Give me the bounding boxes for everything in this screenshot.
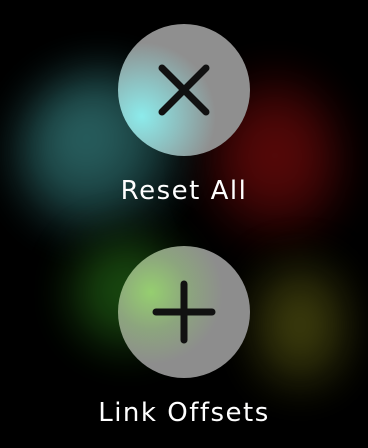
link-offsets-action[interactable]: Link Offsets bbox=[0, 246, 368, 428]
link-offsets-button[interactable] bbox=[118, 246, 250, 378]
reset-all-label: Reset All bbox=[120, 176, 248, 206]
link-offsets-label: Link Offsets bbox=[98, 398, 270, 428]
force-touch-menu: Reset All Link Offsets bbox=[0, 0, 368, 448]
close-icon bbox=[158, 64, 210, 116]
reset-all-action[interactable]: Reset All bbox=[0, 24, 368, 206]
plus-icon bbox=[152, 280, 216, 344]
reset-all-button[interactable] bbox=[118, 24, 250, 156]
